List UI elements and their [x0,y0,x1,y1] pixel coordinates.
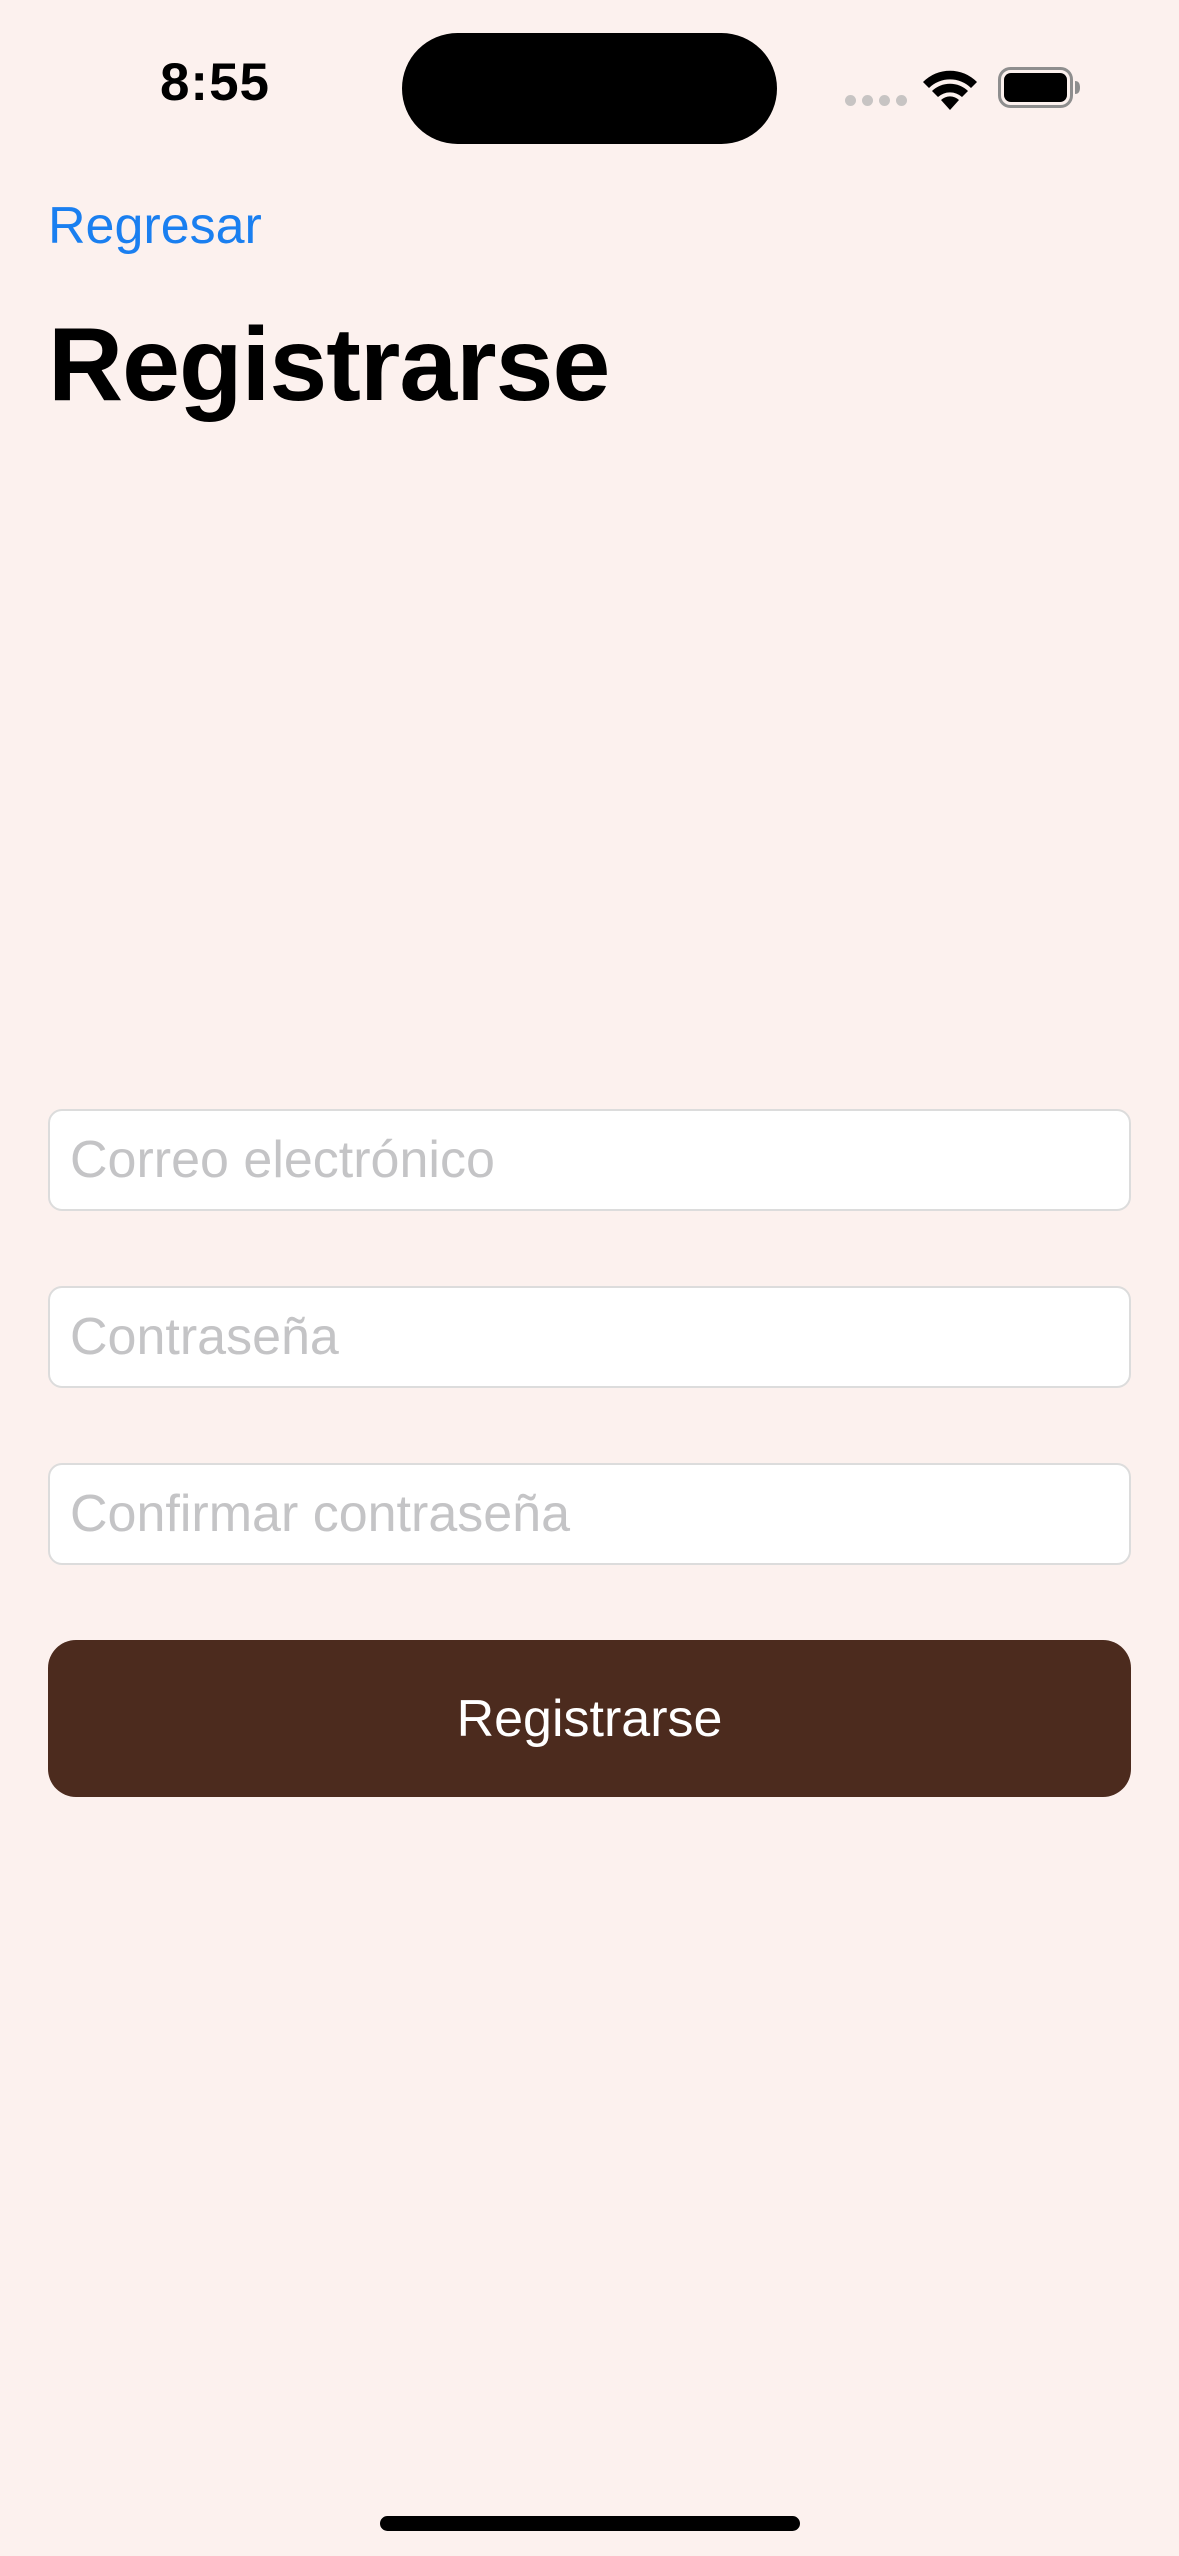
wifi-icon [923,70,977,110]
status-bar: 8:55 [0,0,1179,180]
page-title: Registrarse [48,307,610,423]
back-button[interactable]: Regresar [48,196,262,256]
status-time: 8:55 [159,53,271,112]
email-field[interactable] [48,1109,1131,1211]
register-button[interactable]: Registrarse [48,1640,1131,1797]
confirm-password-field[interactable] [48,1463,1131,1565]
password-field[interactable] [48,1286,1131,1388]
battery-icon [998,67,1080,108]
signal-icon [845,95,907,106]
dynamic-island [402,33,777,144]
home-indicator [380,2516,800,2531]
